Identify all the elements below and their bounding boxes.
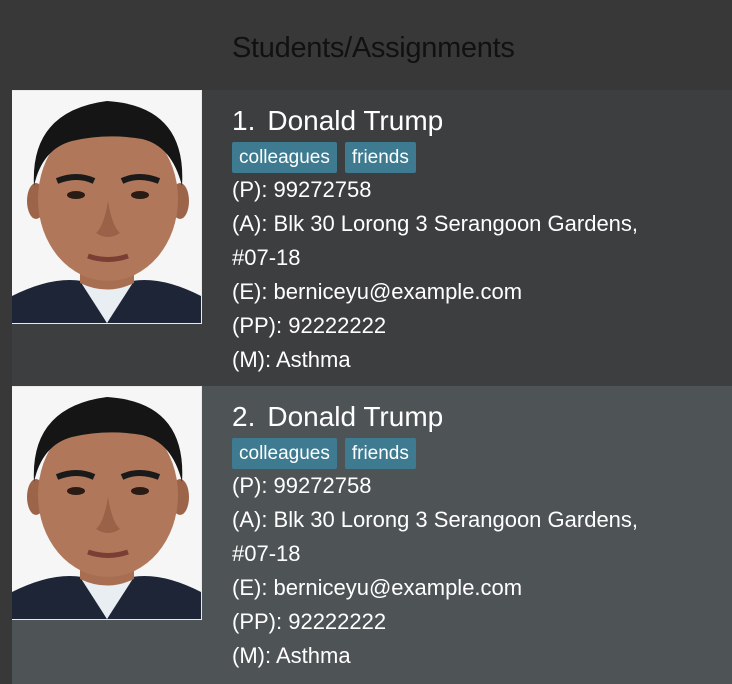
tag-list: colleagues friends: [232, 142, 638, 173]
tag-list: colleagues friends: [232, 438, 638, 469]
tag-friends: friends: [344, 438, 416, 469]
email-field: (E): berniceyu@example.com: [232, 575, 523, 600]
medical-field: (M): Asthma: [232, 347, 351, 372]
phone-field: (P): 99272758: [232, 177, 372, 202]
student-list[interactable]: 1. Donald Trump colleagues friends (P): 9…: [12, 90, 732, 684]
student-index: 1.: [232, 105, 256, 136]
address-field: (A): Blk 30 Lorong 3 Serangoon Gardens,: [232, 507, 639, 532]
student-name: Donald Trump: [267, 105, 444, 136]
student-photo: [12, 91, 201, 323]
address-field-continued: #07-18: [232, 245, 301, 270]
tag-colleagues: colleagues: [232, 438, 337, 469]
student-card[interactable]: 2. Donald Trump colleagues friends (P): 9…: [12, 386, 732, 684]
portrait-image: [12, 387, 201, 619]
tag-friends: friends: [344, 142, 416, 173]
address-field-continued: #07-18: [232, 541, 301, 566]
header: Students/Assignments: [0, 0, 732, 90]
page-title: Students/Assignments: [232, 32, 515, 64]
student-photo-frame: [12, 386, 202, 620]
student-name-row: 1. Donald Trump: [232, 104, 638, 138]
student-photo: [12, 387, 201, 619]
parent-phone-field: (PP): 92222222: [232, 313, 387, 338]
student-card[interactable]: 1. Donald Trump colleagues friends (P): 9…: [12, 90, 732, 386]
student-name: Donald Trump: [267, 401, 444, 432]
parent-phone-field: (PP): 92222222: [232, 609, 387, 634]
app-window: Students/Assignments 1. Donald Trump col…: [0, 0, 732, 684]
student-index: 2.: [232, 401, 256, 432]
email-field: (E): berniceyu@example.com: [232, 279, 523, 304]
phone-field: (P): 99272758: [232, 473, 372, 498]
student-info: 1. Donald Trump colleagues friends (P): 9…: [232, 104, 638, 377]
portrait-image: [12, 91, 201, 323]
tag-colleagues: colleagues: [232, 142, 337, 173]
student-info: 2. Donald Trump colleagues friends (P): 9…: [232, 400, 638, 673]
medical-field: (M): Asthma: [232, 643, 351, 668]
student-name-row: 2. Donald Trump: [232, 400, 638, 434]
address-field: (A): Blk 30 Lorong 3 Serangoon Gardens,: [232, 211, 639, 236]
student-photo-frame: [12, 90, 202, 324]
